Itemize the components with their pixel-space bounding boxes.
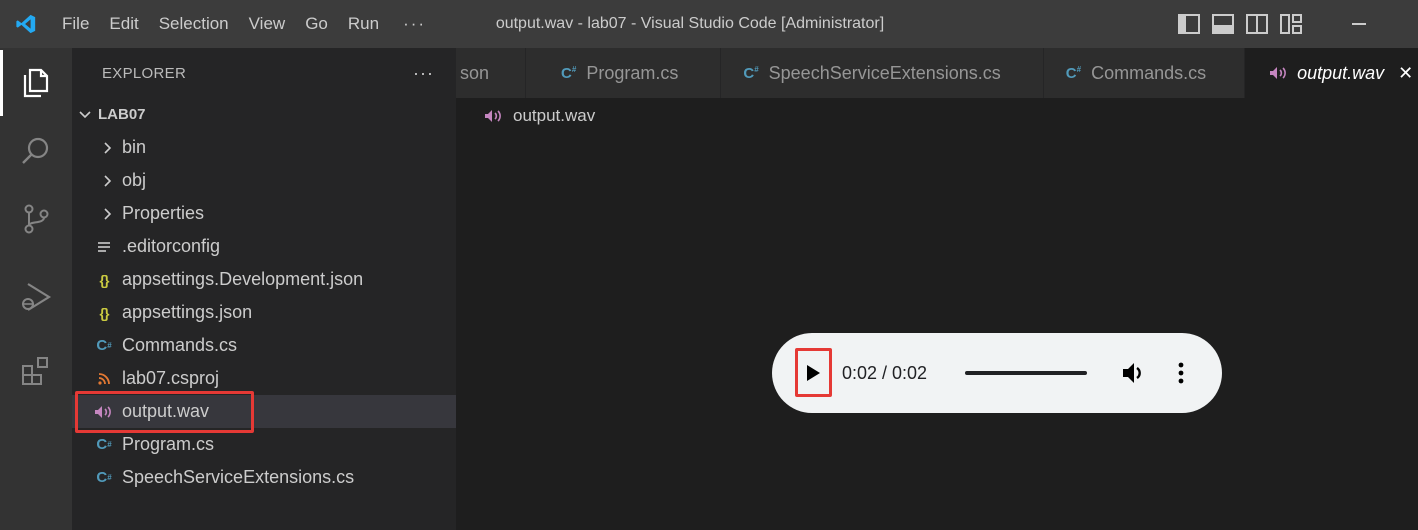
sidebar-header: EXPLORER ··· bbox=[72, 48, 456, 98]
csharp-icon: C# bbox=[743, 64, 759, 82]
file-speechserviceextensions-cs[interactable]: C # SpeechServiceExtensions.cs bbox=[72, 461, 456, 494]
source-control-icon[interactable] bbox=[0, 186, 72, 252]
menu-go[interactable]: Go bbox=[295, 0, 338, 48]
editor-tabs: son C# Program.cs C# SpeechServiceExtens… bbox=[456, 48, 1418, 98]
tree-item-label: .editorconfig bbox=[122, 236, 221, 256]
rss-icon bbox=[94, 372, 114, 385]
window-title: output.wav - lab07 - Visual Studio Code … bbox=[495, 15, 885, 32]
tree-item-label: Program.cs bbox=[122, 434, 215, 454]
tab-label: SpeechServiceExtensions.cs bbox=[768, 62, 1001, 83]
chevron-right-icon bbox=[98, 207, 118, 221]
menu-view[interactable]: View bbox=[239, 0, 296, 48]
run-debug-icon[interactable] bbox=[0, 264, 72, 330]
title-bar: File Edit Selection View Go Run ··· outp… bbox=[0, 0, 1418, 48]
file-appsettings-json[interactable]: {} appsettings.json bbox=[72, 296, 456, 329]
json-icon: {} bbox=[99, 271, 110, 288]
menu-bar: File Edit Selection View Go Run ··· bbox=[52, 0, 440, 48]
workspace-root[interactable]: LAB07 bbox=[72, 98, 456, 131]
breadcrumb[interactable]: output.wav bbox=[484, 98, 595, 134]
close-icon[interactable]: ✕ bbox=[1398, 63, 1413, 84]
tree-item-label: Properties bbox=[122, 203, 205, 223]
csharp-icon: C# bbox=[1065, 64, 1082, 82]
tab-label: son bbox=[460, 62, 490, 83]
lines-icon bbox=[94, 241, 114, 253]
tab-program-cs[interactable]: C# Program.cs bbox=[526, 48, 722, 98]
explorer-icon[interactable] bbox=[0, 50, 72, 116]
folder-obj[interactable]: obj bbox=[72, 164, 456, 197]
csharp-icon: C# bbox=[96, 469, 112, 486]
menu-run[interactable]: Run bbox=[338, 0, 389, 48]
toggle-secondary-sidebar-icon[interactable] bbox=[1246, 14, 1268, 34]
tree-item-label: bin bbox=[122, 137, 147, 157]
toggle-primary-sidebar-icon[interactable] bbox=[1178, 14, 1200, 34]
output-wav-highlight bbox=[75, 391, 254, 433]
file-appsettings-development-json[interactable]: {} appsettings.Development.json bbox=[72, 263, 456, 296]
tree-item-label: obj bbox=[122, 170, 147, 190]
tab-commands-cs[interactable]: C# Commands.cs bbox=[1043, 48, 1246, 98]
folder-bin[interactable]: bin bbox=[72, 131, 456, 164]
workspace-root-label: LAB07 bbox=[98, 106, 146, 123]
menu-selection[interactable]: Selection bbox=[149, 0, 239, 48]
play-button-highlight bbox=[795, 348, 832, 397]
tree-item-label: lab07.csproj bbox=[122, 368, 220, 388]
tab-json-partial[interactable]: son bbox=[456, 48, 527, 98]
sidebar-more-actions[interactable]: ··· bbox=[413, 63, 434, 84]
time-display: 0:02 / 0:02 bbox=[842, 363, 928, 383]
tab-speechserviceextensions-cs[interactable]: C# SpeechServiceExtensions.cs bbox=[721, 48, 1044, 98]
tab-label: Commands.cs bbox=[1091, 62, 1207, 83]
csharp-icon: C# bbox=[561, 64, 577, 82]
csharp-icon: C# bbox=[96, 436, 112, 453]
explorer-sidebar: EXPLORER ··· LAB07 bin obj Properties .e… bbox=[72, 48, 456, 530]
tab-label: Program.cs bbox=[586, 62, 679, 83]
menu-more[interactable]: ··· bbox=[389, 0, 440, 48]
tree-item-label: appsettings.json bbox=[122, 302, 253, 322]
tree-item-label: Commands.cs bbox=[122, 335, 238, 355]
chevron-down-icon bbox=[78, 108, 92, 122]
breadcrumb-label: output.wav bbox=[513, 106, 596, 125]
menu-file[interactable]: File bbox=[52, 0, 99, 48]
file-editorconfig[interactable]: .editorconfig bbox=[72, 230, 456, 263]
file-commands-cs[interactable]: C # Commands.cs bbox=[72, 329, 456, 362]
customize-layout-icon[interactable] bbox=[1280, 14, 1302, 34]
vscode-logo-icon bbox=[0, 0, 52, 48]
tab-output-wav[interactable]: output.wav ✕ bbox=[1245, 48, 1418, 98]
folder-properties[interactable]: Properties bbox=[72, 197, 456, 230]
audio-player: 0:02 / 0:02 bbox=[772, 333, 1222, 413]
volume-icon[interactable] bbox=[1120, 360, 1146, 391]
audio-icon bbox=[484, 109, 513, 123]
audio-icon bbox=[1269, 66, 1289, 80]
chevron-right-icon bbox=[98, 174, 118, 188]
menu-edit[interactable]: Edit bbox=[99, 0, 148, 48]
activity-bar bbox=[0, 48, 72, 530]
csharp-icon: C# bbox=[96, 337, 112, 354]
layout-controls bbox=[1178, 0, 1302, 48]
toggle-panel-icon[interactable] bbox=[1212, 14, 1234, 34]
tab-label: output.wav bbox=[1297, 62, 1385, 83]
sidebar-title: EXPLORER bbox=[102, 64, 187, 82]
minimize-window-icon[interactable] bbox=[1352, 23, 1366, 25]
chevron-right-icon bbox=[98, 141, 118, 155]
tree-item-label: appsettings.Development.json bbox=[122, 269, 364, 289]
search-icon[interactable] bbox=[0, 118, 72, 184]
more-options-icon[interactable] bbox=[1177, 361, 1185, 390]
json-icon: {} bbox=[99, 304, 110, 321]
extensions-icon[interactable] bbox=[0, 338, 72, 404]
seek-bar[interactable] bbox=[965, 371, 1087, 375]
tree-item-label: SpeechServiceExtensions.cs bbox=[122, 467, 355, 487]
